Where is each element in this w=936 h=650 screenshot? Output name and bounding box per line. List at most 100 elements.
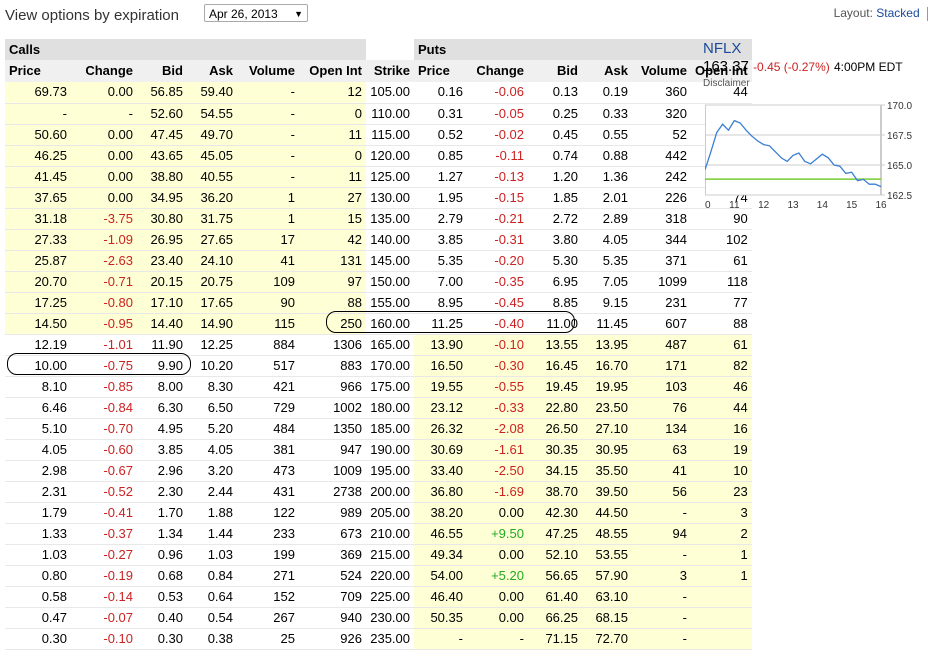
table-cell[interactable]: 135.00 — [366, 208, 414, 230]
table-cell[interactable]: 37.65 — [5, 187, 71, 209]
table-cell[interactable]: 215.00 — [366, 544, 414, 566]
table-cell[interactable]: 17.25 — [5, 292, 71, 314]
table-cell[interactable]: 36.80 — [414, 481, 467, 503]
table-cell[interactable]: 46.25 — [5, 145, 71, 167]
table-cell: 1.44 — [187, 523, 237, 545]
table-cell[interactable]: 2.31 — [5, 481, 71, 503]
table-cell[interactable]: 7.00 — [414, 271, 467, 293]
table-cell[interactable]: 33.40 — [414, 460, 467, 482]
table-cell[interactable]: 2.79 — [414, 208, 467, 230]
table-cell: +9.50 — [467, 523, 528, 545]
table-cell: 22.80 — [528, 397, 582, 419]
table-cell[interactable]: 2.98 — [5, 460, 71, 482]
table-cell[interactable]: 1.27 — [414, 166, 467, 188]
table-cell[interactable]: 30.69 — [414, 439, 467, 461]
table-cell[interactable]: 1.95 — [414, 187, 467, 209]
table-cell: - — [632, 502, 691, 524]
table-cell[interactable]: 120.00 — [366, 145, 414, 167]
table-cell: 517 — [237, 355, 299, 377]
table-cell[interactable]: 1.03 — [5, 544, 71, 566]
table-row: 2.31 -0.52 2.30 2.44 431 2738 200.00 36.80 -1.69… — [5, 481, 752, 503]
table-cell[interactable]: 3.85 — [414, 229, 467, 251]
table-cell[interactable]: 105.00 — [366, 82, 414, 104]
table-cell[interactable]: 200.00 — [366, 481, 414, 503]
table-cell[interactable]: - — [414, 628, 467, 650]
table-cell[interactable]: 230.00 — [366, 607, 414, 629]
table-cell[interactable]: 195.00 — [366, 460, 414, 482]
table-cell[interactable]: 13.90 — [414, 334, 467, 356]
table-cell: 11 — [299, 166, 366, 188]
table-cell[interactable]: 16.50 — [414, 355, 467, 377]
table-cell[interactable]: 220.00 — [366, 565, 414, 587]
table-cell: 0.84 — [187, 565, 237, 587]
table-cell[interactable]: 31.18 — [5, 208, 71, 230]
table-cell[interactable]: 0.16 — [414, 82, 467, 104]
table-cell[interactable]: 0.85 — [414, 145, 467, 167]
table-cell[interactable]: 5.10 — [5, 418, 71, 440]
table-cell[interactable]: 205.00 — [366, 502, 414, 524]
table-cell: 966 — [299, 376, 366, 398]
table-cell[interactable]: 8.10 — [5, 376, 71, 398]
table-cell[interactable]: 140.00 — [366, 229, 414, 251]
table-cell[interactable]: 125.00 — [366, 166, 414, 188]
table-cell[interactable]: 145.00 — [366, 250, 414, 272]
table-cell[interactable]: 180.00 — [366, 397, 414, 419]
table-cell[interactable]: 0.30 — [5, 628, 71, 650]
table-cell[interactable]: 54.00 — [414, 565, 467, 587]
table-cell[interactable]: 41.45 — [5, 166, 71, 188]
table-cell[interactable]: 19.55 — [414, 376, 467, 398]
symbol-link[interactable]: NFLX — [703, 40, 741, 57]
table-cell[interactable]: 1.79 — [5, 502, 71, 524]
table-cell: -0.52 — [71, 481, 137, 503]
table-cell[interactable]: 69.73 — [5, 82, 71, 104]
table-cell[interactable]: 6.46 — [5, 397, 71, 419]
table-cell[interactable]: 27.33 — [5, 229, 71, 251]
layout-stacked-link[interactable]: Stacked — [876, 6, 919, 20]
table-cell[interactable]: 165.00 — [366, 334, 414, 356]
table-cell[interactable]: 0.47 — [5, 607, 71, 629]
expiration-select[interactable]: Apr 26, 2013 ▼ — [204, 4, 308, 22]
table-cell[interactable]: 8.95 — [414, 292, 467, 314]
table-row: 0.47 -0.07 0.40 0.54 267 940 230.00 50.35 0.00 66… — [5, 607, 752, 629]
table-cell[interactable]: 110.00 — [366, 103, 414, 125]
table-cell[interactable]: 210.00 — [366, 523, 414, 545]
disclaimer-link[interactable]: Disclaimer — [703, 78, 933, 89]
table-cell[interactable]: 130.00 — [366, 187, 414, 209]
table-cell[interactable]: 20.70 — [5, 271, 71, 293]
table-cell[interactable]: 14.50 — [5, 313, 71, 335]
table-cell[interactable]: 12.19 — [5, 334, 71, 356]
table-cell[interactable]: 5.35 — [414, 250, 467, 272]
table-cell[interactable]: 185.00 — [366, 418, 414, 440]
table-cell[interactable]: 46.55 — [414, 523, 467, 545]
table-cell[interactable]: 50.35 — [414, 607, 467, 629]
table-cell[interactable]: 155.00 — [366, 292, 414, 314]
table-cell[interactable]: 11.25 — [414, 313, 467, 335]
table-cell[interactable]: - — [5, 103, 71, 125]
table-row: 27.33 -1.09 26.95 27.65 17 42 140.00 3.85 -0.31 3… — [5, 229, 752, 251]
table-cell[interactable]: 175.00 — [366, 376, 414, 398]
table-cell[interactable]: 190.00 — [366, 439, 414, 461]
table-cell[interactable]: 0.80 — [5, 565, 71, 587]
table-cell[interactable]: 225.00 — [366, 586, 414, 608]
table-cell[interactable]: 170.00 — [366, 355, 414, 377]
table-cell[interactable]: 0.58 — [5, 586, 71, 608]
table-cell[interactable]: 235.00 — [366, 628, 414, 650]
table-cell[interactable]: 115.00 — [366, 124, 414, 146]
table-cell: 31.75 — [187, 208, 237, 230]
table-cell: - — [237, 124, 299, 146]
table-cell[interactable]: 49.34 — [414, 544, 467, 566]
table-cell[interactable]: 0.52 — [414, 124, 467, 146]
table-cell[interactable]: 50.60 — [5, 124, 71, 146]
table-cell[interactable]: 26.32 — [414, 418, 467, 440]
table-cell[interactable]: 10.00 — [5, 355, 71, 377]
table-cell[interactable]: 38.20 — [414, 502, 467, 524]
table-cell[interactable]: 0.31 — [414, 103, 467, 125]
table-cell[interactable]: 25.87 — [5, 250, 71, 272]
table-cell[interactable]: 150.00 — [366, 271, 414, 293]
table-cell[interactable]: 23.12 — [414, 397, 467, 419]
table-cell[interactable]: 1.33 — [5, 523, 71, 545]
table-cell[interactable]: 46.40 — [414, 586, 467, 608]
table-cell[interactable]: 4.05 — [5, 439, 71, 461]
table-cell: 122 — [237, 502, 299, 524]
table-cell[interactable]: 160.00 — [366, 313, 414, 335]
